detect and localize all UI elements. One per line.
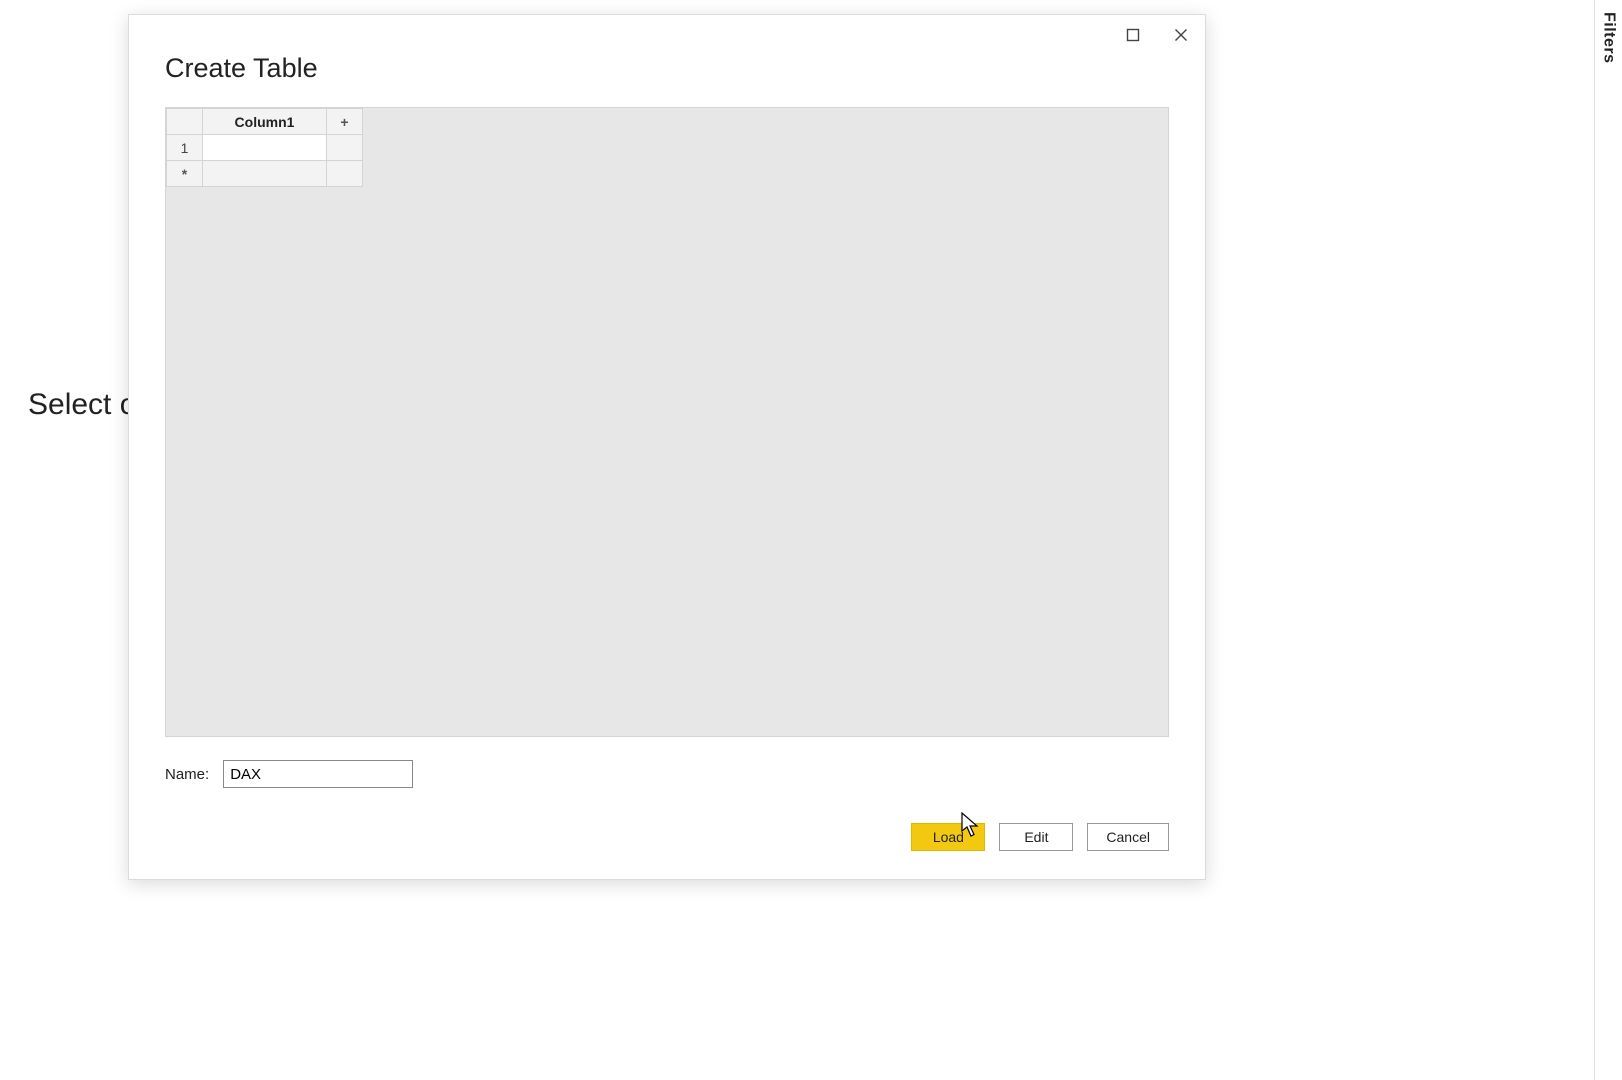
close-button[interactable]: [1157, 15, 1205, 59]
trailing-cell: [327, 135, 363, 161]
background-partial-text: Select o: [28, 388, 136, 422]
add-column-button[interactable]: +: [327, 109, 363, 135]
data-cell[interactable]: [203, 135, 327, 161]
empty-cell: [327, 161, 363, 187]
row-header[interactable]: 1: [167, 135, 203, 161]
corner-cell: [167, 109, 203, 135]
dialog-title: Create Table: [165, 53, 318, 84]
load-button[interactable]: Load: [911, 823, 985, 851]
filters-collapsed-pane[interactable]: Filters: [1594, 0, 1622, 1080]
column-header[interactable]: Column1: [203, 109, 327, 135]
maximize-icon: [1126, 28, 1140, 47]
close-icon: [1174, 28, 1188, 47]
create-table-dialog: Create Table Column1 + 1 * Name: Load: [128, 14, 1206, 880]
table-data-grid[interactable]: Column1 + 1 *: [165, 107, 1169, 737]
name-label: Name:: [165, 766, 209, 783]
cancel-button[interactable]: Cancel: [1087, 823, 1169, 851]
maximize-button[interactable]: [1109, 15, 1157, 59]
add-row-button[interactable]: *: [167, 161, 203, 187]
filters-pane-label: Filters: [1600, 12, 1618, 64]
empty-cell: [203, 161, 327, 187]
table-name-input[interactable]: [223, 760, 413, 788]
edit-button[interactable]: Edit: [999, 823, 1073, 851]
